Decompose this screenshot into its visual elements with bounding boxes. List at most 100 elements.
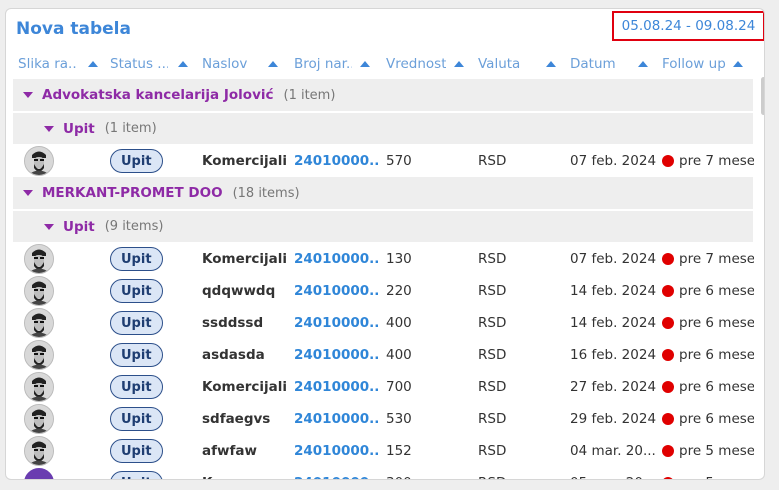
naslov-cell: qdqwwdq [202, 283, 276, 299]
collapse-toggle-icon[interactable] [23, 190, 33, 196]
status-dot-icon [662, 317, 674, 329]
column-header-naslov[interactable]: Naslov [202, 53, 286, 75]
status-badge[interactable]: Upit [110, 311, 163, 335]
avatar[interactable] [24, 372, 54, 402]
followup-text: pre 6 meseci [679, 347, 754, 363]
group-row[interactable]: MERKANT-PROMET DOO (18 items) [13, 177, 753, 209]
followup-cell: pre 6 meseci [662, 403, 754, 435]
date-range-filter[interactable]: 05.08.24 - 09.08.24 [612, 11, 764, 41]
followup-cell: pre 7 meseci [662, 243, 754, 275]
status-dot-icon [662, 413, 674, 425]
status-dot-icon [662, 253, 674, 265]
avatar[interactable] [24, 308, 54, 338]
table-row[interactable]: Upit qdqwwdq 24010000... 220 RSD 14 feb. 2024… [13, 275, 754, 307]
naslov-cell: Komercijali... [202, 153, 288, 169]
table-row[interactable]: JK Upit K... 24010000... 300 RSD 05 mar. 20...… [13, 467, 754, 479]
followup-cell: pre 5 meseci [662, 467, 754, 479]
datum-cell: 27 feb. 2024 [570, 379, 656, 395]
table-row[interactable]: Upit Komercijali... 24010000... 570 RSD 07 fe… [13, 145, 754, 177]
sort-asc-icon[interactable] [733, 61, 743, 67]
status-badge[interactable]: Upit [110, 247, 163, 271]
vrednost-cell: 400 [386, 347, 412, 363]
sort-asc-icon[interactable] [638, 61, 648, 67]
order-number-link[interactable]: 24010000... [294, 275, 380, 307]
order-number-link[interactable]: 24010000... [294, 339, 380, 371]
followup-text: pre 6 meseci [679, 379, 754, 395]
naslov-cell: Komercijali... [202, 251, 288, 267]
column-header-status[interactable]: Status ... [110, 53, 194, 75]
followup-cell: pre 5 meseci [662, 435, 754, 467]
order-number-link[interactable]: 24010000... [294, 435, 380, 467]
naslov-cell: ssddssd [202, 315, 264, 331]
valuta-cell: RSD [478, 467, 564, 479]
vrednost-cell: 300 [386, 467, 472, 479]
order-number-link[interactable]: 24010000... [294, 467, 380, 479]
naslov-cell: sdfaegvs [202, 411, 271, 427]
status-badge[interactable]: Upit [110, 439, 163, 463]
sort-asc-icon[interactable] [454, 61, 464, 67]
column-header-vrednost[interactable]: Vrednost [386, 53, 470, 75]
subgroup-row[interactable]: Upit (9 items) [13, 211, 753, 242]
column-header-followup[interactable]: Follow up [662, 53, 756, 75]
table-row[interactable]: Upit ssddssd 24010000... 400 RSD 14 feb. 2024… [13, 307, 754, 339]
collapse-toggle-icon[interactable] [44, 223, 54, 230]
followup-cell: pre 6 meseci [662, 275, 754, 307]
avatar[interactable]: JK [24, 468, 54, 479]
collapse-toggle-icon[interactable] [23, 92, 33, 98]
status-badge[interactable]: Upit [110, 407, 163, 431]
naslov-cell: Komercijali... [202, 379, 288, 395]
datum-cell: 14 feb. 2024 [570, 283, 656, 299]
status-badge[interactable]: Upit [110, 375, 163, 399]
table-row[interactable]: Upit sdfaegvs 24010000... 530 RSD 29 feb. 202… [13, 403, 754, 435]
avatar[interactable] [24, 404, 54, 434]
column-header-datum[interactable]: Datum [570, 53, 654, 75]
avatar[interactable] [24, 276, 54, 306]
status-badge[interactable]: Upit [110, 471, 163, 479]
status-badge[interactable]: Upit [110, 279, 163, 303]
avatar[interactable] [24, 146, 54, 176]
table-row[interactable]: Upit asdasda 24010000... 400 RSD 16 feb. 2024… [13, 339, 754, 371]
followup-text: pre 7 meseci [679, 251, 754, 267]
table-row[interactable]: Upit Komercijali... 24010000... 130 RSD 07 fe… [13, 243, 754, 275]
naslov-cell: afwfaw [202, 443, 257, 459]
order-number-link[interactable]: 24010000... [294, 243, 380, 275]
column-header-valuta[interactable]: Valuta [478, 53, 562, 75]
followup-cell: pre 6 meseci [662, 339, 754, 371]
followup-text: pre 6 meseci [679, 315, 754, 331]
group-row[interactable]: Advokatska kancelarija Jolović (1 item) [13, 79, 753, 111]
status-dot-icon [662, 381, 674, 393]
order-number-link[interactable]: 24010000... [294, 403, 380, 435]
valuta-cell: RSD [478, 443, 507, 459]
column-header-broj[interactable]: Broj nar... [294, 53, 378, 75]
sort-asc-icon[interactable] [360, 61, 370, 67]
order-number-link[interactable]: 24010000... [294, 307, 380, 339]
sort-asc-icon[interactable] [178, 61, 188, 67]
valuta-cell: RSD [478, 379, 507, 395]
group-count: (18 items) [232, 185, 300, 201]
vertical-scrollbar[interactable] [761, 77, 764, 115]
status-dot-icon [662, 445, 674, 457]
vrednost-cell: 530 [386, 411, 412, 427]
status-badge[interactable]: Upit [110, 149, 163, 173]
status-dot-icon [662, 285, 674, 297]
subgroup-row[interactable]: Upit (1 item) [13, 113, 753, 144]
collapse-toggle-icon[interactable] [44, 125, 54, 132]
status-badge[interactable]: Upit [110, 343, 163, 367]
column-header-image[interactable]: Slika ra... [18, 53, 102, 75]
avatar[interactable] [24, 244, 54, 274]
subgroup-count: (9 items) [104, 219, 164, 234]
avatar[interactable] [24, 340, 54, 370]
order-number-link[interactable]: 24010000... [294, 145, 380, 177]
sort-asc-icon[interactable] [268, 61, 278, 67]
sort-asc-icon[interactable] [546, 61, 556, 67]
vrednost-cell: 400 [386, 315, 412, 331]
avatar[interactable] [24, 436, 54, 466]
datum-cell: 07 feb. 2024 [570, 251, 656, 267]
order-number-link[interactable]: 24010000... [294, 371, 380, 403]
table-row[interactable]: Upit afwfaw 24010000... 152 RSD 04 mar. 20...… [13, 435, 754, 467]
valuta-cell: RSD [478, 251, 507, 267]
followup-text: pre 5 meseci [679, 443, 754, 459]
sort-asc-icon[interactable] [88, 61, 98, 67]
table-row[interactable]: Upit Komercijali... 24010000... 700 RSD 27 fe… [13, 371, 754, 403]
datum-cell: 05 mar. 20... [570, 467, 656, 479]
